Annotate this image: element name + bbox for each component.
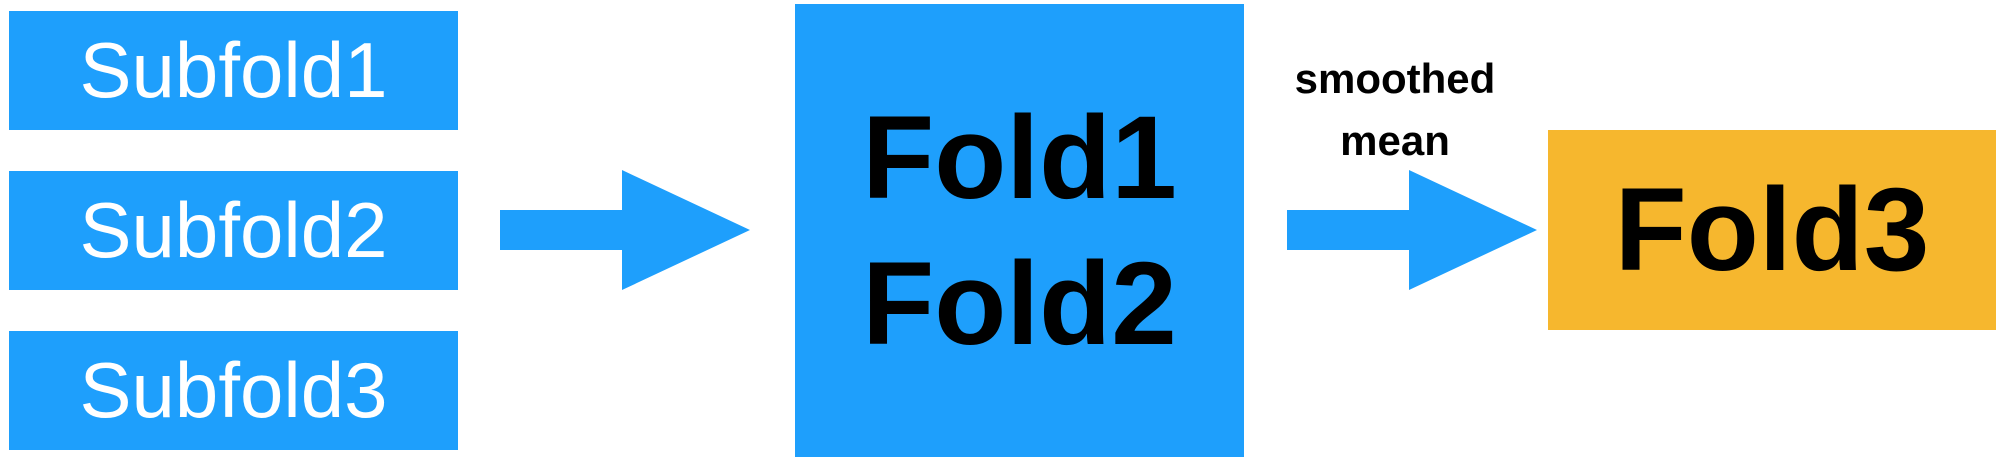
right-arrow-icon <box>1287 170 1537 290</box>
subfold-2-box: Subfold2 <box>9 171 458 290</box>
edge-label-line-1: smoothed <box>1294 55 1496 102</box>
fold3-label: Fold3 <box>1614 164 1930 296</box>
arrow-1-shape <box>500 170 750 290</box>
edge-label-line-2: mean <box>1340 117 1450 164</box>
arrow-2-shape <box>1287 170 1537 290</box>
right-arrow-icon <box>500 170 750 290</box>
subfold-3-label: Subfold3 <box>79 346 388 434</box>
subfold-1-box: Subfold1 <box>9 11 458 130</box>
smoothed-mean-label: smoothed mean <box>1262 48 1528 172</box>
subfold-3-box: Subfold3 <box>9 331 458 450</box>
subfold-2-label: Subfold2 <box>79 186 388 274</box>
fold1-fold2-box: Fold1 Fold2 <box>795 4 1244 457</box>
fold2-label: Fold2 <box>862 237 1177 370</box>
subfold-1-label: Subfold1 <box>79 26 388 114</box>
fold1-label: Fold1 <box>862 91 1177 224</box>
fold3-box: Fold3 <box>1548 130 1996 330</box>
